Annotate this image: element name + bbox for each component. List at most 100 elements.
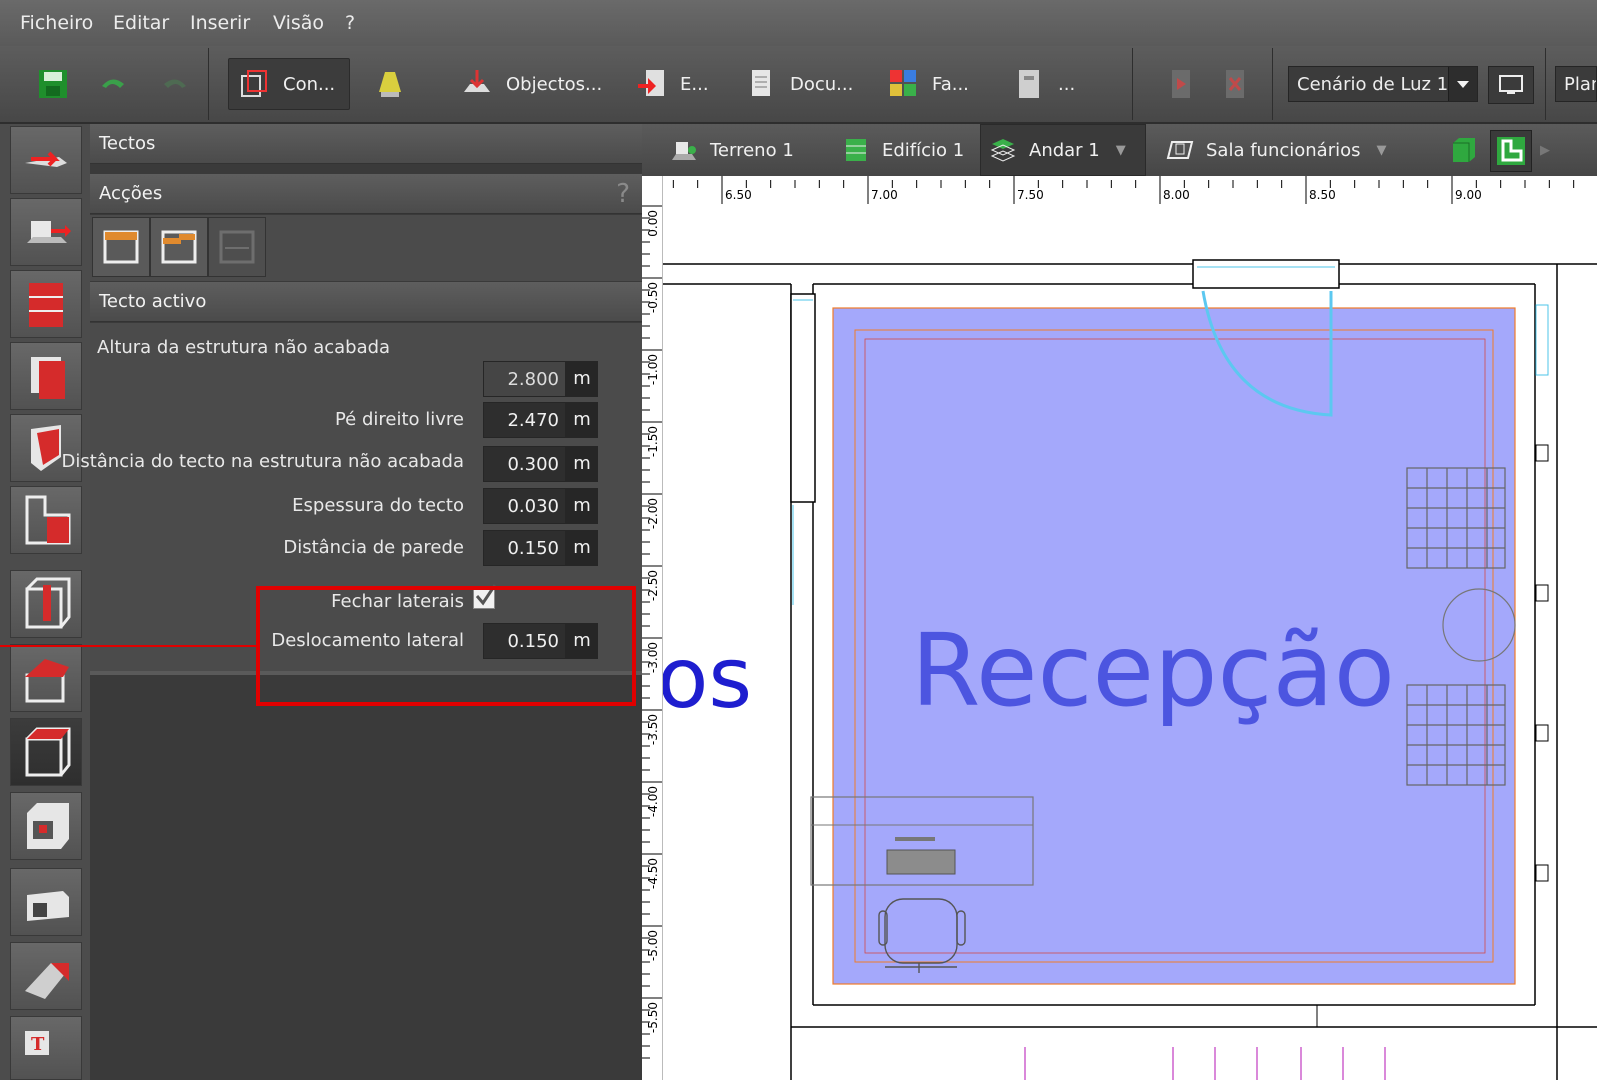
documents-label: Docu... [790, 73, 854, 95]
wall-distance-field[interactable]: 0.150 m [483, 530, 598, 566]
facades-button[interactable]: Fa... [888, 58, 969, 110]
active-ceiling-header: Tecto activo [90, 282, 642, 322]
wall-distance-value[interactable]: 0.150 [483, 530, 566, 566]
sidebar-room[interactable] [10, 486, 82, 554]
sidebar-pointer[interactable] [10, 126, 82, 194]
undo-button[interactable] [98, 58, 142, 110]
actions-header: Acções ? [90, 174, 642, 214]
thickness-field[interactable]: 0.030 m [483, 488, 598, 524]
ceiling-distance-field[interactable]: 0.300 m [483, 446, 598, 482]
ruler-label: -1.50 [646, 426, 660, 457]
play-button[interactable] [1166, 58, 1210, 110]
nav-room[interactable]: Sala funcionários ▼ [1166, 124, 1387, 176]
thickness-value[interactable]: 0.030 [483, 488, 566, 524]
navigation-bar: Terreno 1 Edifício 1 Andar 1 ▼ Sala func… [642, 124, 1597, 177]
stop-button[interactable] [1220, 58, 1264, 110]
actions-title: Acções [99, 183, 163, 204]
construct-button[interactable]: Con... [228, 58, 350, 110]
menu-help[interactable]: ? [345, 12, 355, 34]
help-icon[interactable]: ? [616, 174, 630, 214]
ceiling-action-1[interactable] [92, 217, 150, 277]
window-top[interactable] [1192, 259, 1340, 289]
sidebar-building[interactable] [10, 270, 82, 338]
nav-building[interactable]: Edifício 1 [842, 124, 964, 176]
close-sides-checkbox[interactable] [473, 584, 497, 609]
light-scene-select[interactable]: Cenário de Luz 1 [1288, 66, 1478, 102]
svg-text:T: T [31, 1034, 45, 1055]
stairs-icon [25, 963, 69, 999]
window-left[interactable] [790, 293, 816, 503]
sidebar-text[interactable]: T [10, 1016, 82, 1080]
menu-visao[interactable]: Visão [273, 12, 324, 34]
clear-height-value[interactable]: 2.470 [483, 402, 566, 438]
documents-button[interactable]: Docu... [746, 58, 853, 110]
nav-room-label: Sala funcionários [1206, 139, 1361, 161]
ruler-label: -2.00 [646, 498, 660, 529]
ruler-label: 7.00 [871, 188, 898, 202]
wall-marker [1535, 724, 1549, 742]
nav-terrain[interactable]: Terreno 1 [670, 124, 794, 176]
building-icon [846, 139, 866, 161]
view-3d-button[interactable] [1446, 124, 1482, 176]
ceiling-action-3[interactable] [208, 217, 266, 277]
ceiling-step-icon [161, 230, 197, 264]
chevron-right-icon[interactable]: ▶ [1540, 124, 1550, 176]
objects-button[interactable]: Objectos... [462, 58, 602, 110]
save-button[interactable] [38, 58, 82, 110]
export-button[interactable]: E... [636, 58, 709, 110]
sidebar-opening[interactable] [10, 868, 82, 936]
sidebar-window[interactable] [10, 792, 82, 860]
menu-bar: Ficheiro Editar Inserir Visão ? [0, 0, 1597, 47]
chevron-down-icon[interactable] [1448, 67, 1477, 101]
construct-label: Con... [283, 73, 336, 95]
lateral-offset-label: Deslocamento lateral [271, 630, 464, 651]
more-button[interactable]: ... [1014, 58, 1075, 110]
ruler-label: 7.50 [1017, 188, 1044, 202]
floorplan-icon [1497, 137, 1525, 165]
nav-floor[interactable]: Andar 1 ▼ [980, 124, 1146, 176]
scene-settings-button[interactable] [1488, 66, 1534, 104]
sidebar-stairs[interactable] [10, 942, 82, 1010]
horizontal-ruler: 6.507.007.508.008.509.009.5010.0010.5011… [642, 176, 1597, 204]
room-label[interactable]: Recepção [911, 612, 1395, 729]
plan-cut-button[interactable]: Plan [1555, 66, 1597, 102]
clear-height-field[interactable]: 2.470 m [483, 402, 598, 438]
objects-label: Objectos... [506, 73, 603, 95]
sidebar-column[interactable] [10, 570, 82, 638]
menu-ficheiro[interactable]: Ficheiro [20, 12, 93, 34]
ruler-label: -5.50 [646, 1002, 660, 1033]
lateral-offset-unit: m [566, 623, 598, 659]
adjacent-room-label[interactable]: os [663, 629, 752, 727]
floor-plan[interactable]: Recepção os [663, 205, 1597, 1080]
menu-inserir[interactable]: Inserir [190, 12, 250, 34]
rough-height-value: 2.800 [483, 361, 566, 397]
terrain-icon [27, 221, 71, 243]
plan-view[interactable]: Terreno 1 Edifício 1 Andar 1 ▼ Sala func… [642, 124, 1597, 1080]
sidebar-terrain[interactable] [10, 198, 82, 266]
lateral-offset-value[interactable]: 0.150 [483, 623, 566, 659]
lateral-offset-field[interactable]: 0.150 m [483, 623, 598, 659]
undo-icon [102, 79, 124, 88]
ceiling-action-2[interactable] [150, 217, 208, 277]
light-scene-value: Cenário de Luz 1 [1297, 73, 1449, 95]
toolbar-separator [208, 48, 209, 120]
ceiling-distance-value[interactable]: 0.300 [483, 446, 566, 482]
actions-body [90, 215, 642, 281]
clear-height-unit: m [566, 402, 598, 438]
wall-marker [1535, 584, 1549, 602]
ruler-label: 0.00 [646, 210, 660, 237]
ruler-labels: 0.00 -0.50 -1.00 -1.50 -2.00 -2.50 -3.00 -3.50 -… [646, 210, 660, 1033]
ruler-label: 6.50 [725, 188, 752, 202]
menu-editar[interactable]: Editar [113, 12, 169, 34]
view-2d-button[interactable] [1490, 130, 1532, 172]
ruler-label: -3.00 [646, 642, 660, 673]
sidebar-ceiling[interactable] [10, 718, 82, 786]
objects-icon [464, 70, 490, 92]
redo-button[interactable] [160, 58, 204, 110]
sidebar-roof[interactable] [10, 644, 82, 712]
sidebar-wall[interactable] [10, 342, 82, 410]
lighting-button[interactable] [375, 58, 419, 110]
ruler-label: -0.50 [646, 282, 660, 313]
chevron-down-icon[interactable]: ▼ [1377, 143, 1387, 158]
chevron-down-icon[interactable]: ▼ [1116, 143, 1126, 158]
